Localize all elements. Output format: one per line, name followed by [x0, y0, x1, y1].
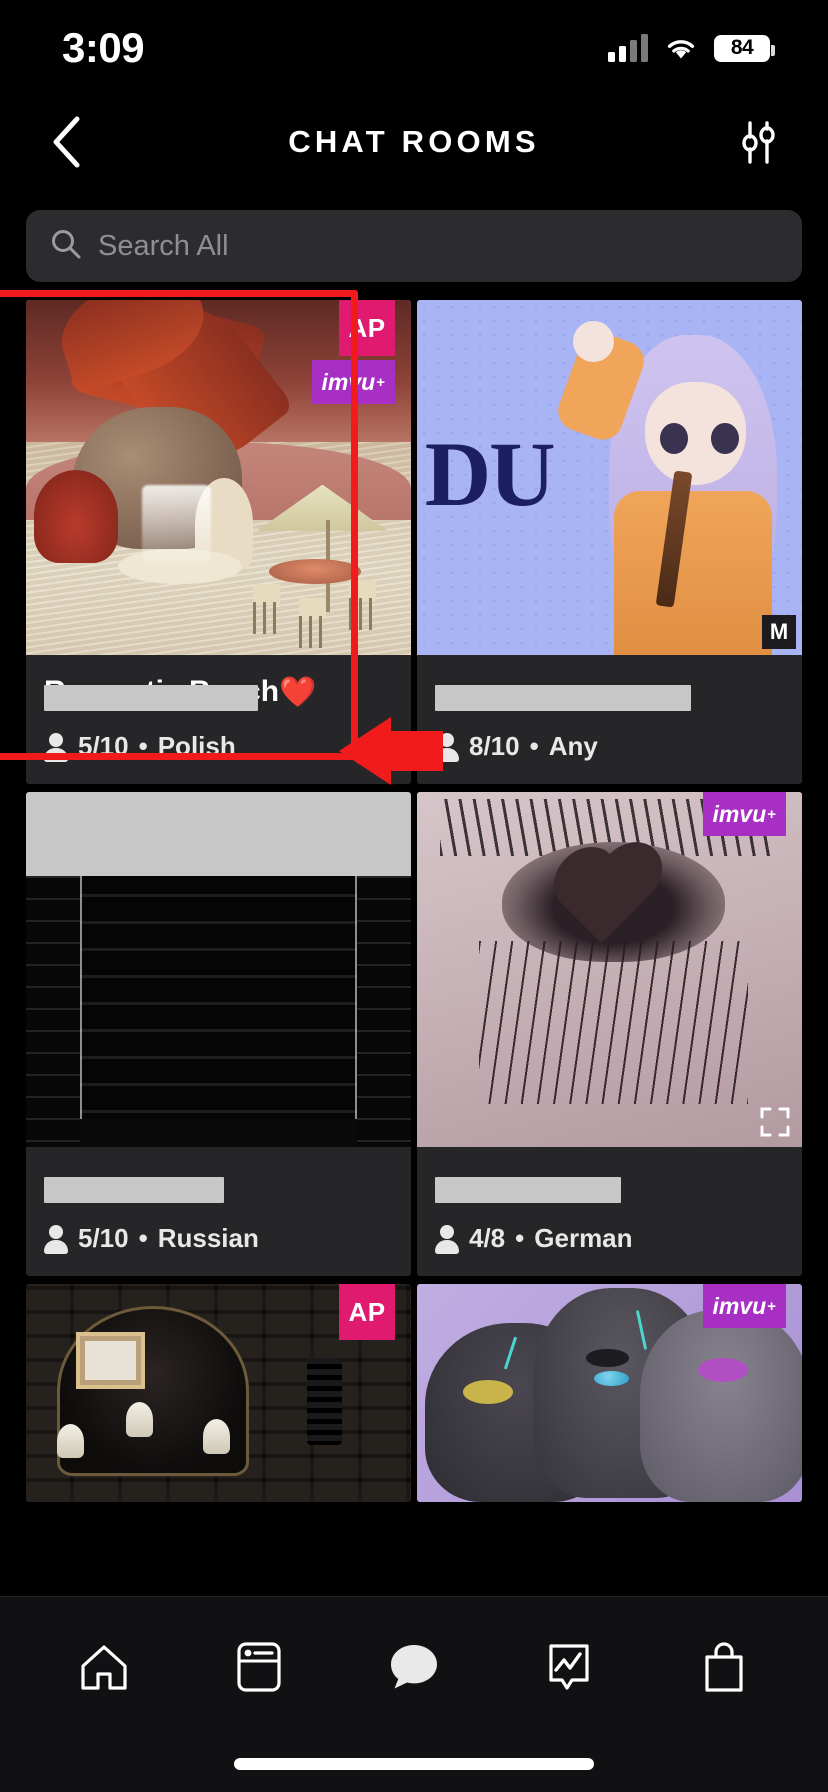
- room-language: Any: [548, 731, 598, 761]
- room-language: Russian: [157, 1223, 259, 1253]
- status-time: 3:09: [62, 24, 145, 71]
- chat-room-card[interactable]: DU M 8/10 • Any: [417, 300, 802, 784]
- filter-button[interactable]: [730, 114, 786, 170]
- sliders-filter-icon: [742, 121, 775, 164]
- m-rating-badge: M: [762, 615, 796, 649]
- people-icon: [435, 732, 459, 762]
- thumbnail-redaction-bar: [26, 792, 411, 876]
- search-input[interactable]: [98, 229, 778, 263]
- meta-separator: •: [138, 1223, 148, 1253]
- chat-room-card[interactable]: AP: [26, 1284, 411, 1502]
- title-redaction-bar: [44, 1177, 224, 1203]
- imvu-plus-badge: imvu +: [702, 1284, 786, 1328]
- tab-chat[interactable]: [368, 1621, 460, 1713]
- ap-badge: AP: [339, 1284, 395, 1340]
- back-button[interactable]: [38, 114, 94, 170]
- bottom-tab-bar: [0, 1596, 828, 1792]
- room-language: Polish: [157, 731, 236, 761]
- room-title-emoji: ❤️: [279, 675, 317, 709]
- room-meta: 4/8 • German: [435, 1223, 784, 1254]
- room-title-row: [435, 671, 784, 713]
- tab-activity[interactable]: [523, 1621, 615, 1713]
- chat-room-card[interactable]: AP imvu+ Romantic Beach ❤️ 5/10 • Polish: [26, 300, 411, 784]
- room-meta: 5/10 • Polish: [44, 731, 393, 762]
- room-title-row: Romantic Beach ❤️: [44, 671, 393, 713]
- room-thumbnail: [26, 792, 411, 1147]
- search-bar[interactable]: [26, 210, 802, 282]
- tab-feed[interactable]: [213, 1621, 305, 1713]
- people-icon: [44, 732, 68, 762]
- ap-badge: AP: [339, 300, 395, 356]
- imvu-plus-badge: imvu +: [311, 360, 395, 404]
- room-info: 4/8 • German: [417, 1147, 802, 1276]
- expand-icon[interactable]: [760, 1107, 790, 1137]
- room-meta: 5/10 • Russian: [44, 1223, 393, 1254]
- room-thumbnail: AP imvu +: [26, 300, 411, 655]
- room-meta: 8/10 • Any: [435, 731, 784, 762]
- closeup-eye-artwork: [417, 792, 802, 1147]
- room-title-row: [435, 1163, 784, 1205]
- meta-separator: •: [529, 731, 539, 761]
- room-occupancy: 5/10: [78, 731, 129, 761]
- navigation-bar: CHAT ROOMS: [0, 96, 828, 188]
- shopping-bag-icon: [705, 1642, 743, 1692]
- room-occupancy: 4/8: [469, 1223, 506, 1253]
- room-thumbnail: AP: [26, 1284, 411, 1502]
- room-info: 5/10 • Russian: [26, 1147, 411, 1276]
- home-icon: [80, 1645, 127, 1690]
- chevron-left-icon: [53, 116, 80, 168]
- home-indicator: [234, 1758, 594, 1770]
- search-section: [0, 188, 828, 300]
- chat-room-card[interactable]: 5/10 • Russian: [26, 792, 411, 1276]
- room-thumbnail: imvu +: [417, 1284, 802, 1502]
- title-redaction-bar: [44, 685, 258, 711]
- people-icon: [435, 1224, 459, 1254]
- room-thumbnail: imvu +: [417, 792, 802, 1147]
- room-title-row: [44, 1163, 393, 1205]
- meta-separator: •: [515, 1223, 525, 1253]
- room-occupancy: 8/10: [469, 731, 520, 761]
- meta-separator: •: [138, 731, 148, 761]
- room-occupancy: 5/10: [78, 1223, 129, 1253]
- chat-bubble-icon: [390, 1645, 437, 1689]
- cellular-signal-icon: [608, 34, 648, 62]
- tab-shop[interactable]: [678, 1621, 770, 1713]
- title-redaction-bar: [435, 685, 691, 711]
- people-icon: [44, 1224, 68, 1254]
- room-thumbnail: DU M: [417, 300, 802, 655]
- chat-rooms-grid: AP imvu+ Romantic Beach ❤️ 5/10 • Polish…: [0, 290, 828, 1502]
- chat-room-card[interactable]: imvu +: [417, 1284, 802, 1502]
- anime-girl-artwork: DU: [417, 300, 802, 655]
- search-icon: [50, 228, 82, 265]
- room-language: German: [534, 1223, 633, 1253]
- battery-percent: 84: [730, 36, 754, 59]
- activity-chart-icon: [549, 1644, 589, 1690]
- room-info: Romantic Beach ❤️ 5/10 • Polish: [26, 655, 411, 784]
- tab-home[interactable]: [58, 1621, 150, 1713]
- imvu-plus-badge: imvu +: [702, 792, 786, 836]
- feed-card-icon: [237, 1642, 281, 1692]
- room-info: 8/10 • Any: [417, 655, 802, 784]
- status-indicators: 84: [608, 34, 775, 62]
- wifi-icon: [664, 35, 698, 61]
- status-bar: 3:09 84: [0, 0, 828, 96]
- page-title: CHAT ROOMS: [288, 124, 540, 159]
- chat-room-card[interactable]: imvu + 4/8 • German: [417, 792, 802, 1276]
- title-redaction-bar: [435, 1177, 621, 1203]
- battery-indicator: 84: [714, 34, 775, 62]
